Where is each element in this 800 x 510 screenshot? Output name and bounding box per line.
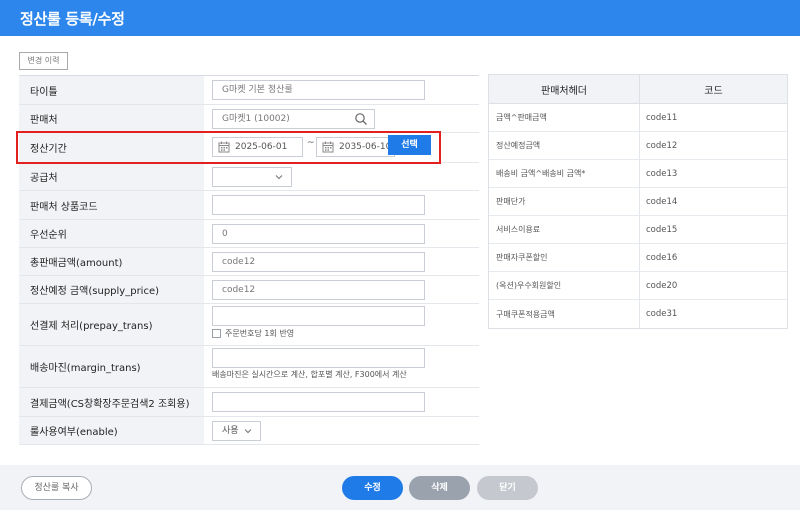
priority-input[interactable]: 0 (212, 224, 425, 244)
table-cell-header: 정산예정금액 (489, 132, 640, 159)
table-cell-code: code12 (646, 140, 678, 151)
table-cell-header: 구매쿠폰적용금액 (489, 300, 640, 328)
period-label: 정산기간 (19, 133, 204, 162)
chevron-down-icon (244, 429, 252, 434)
code-table-header: 판매처헤더 코드 (489, 75, 787, 104)
period-end-input[interactable]: 2035-06-10 (316, 137, 395, 157)
period-select-button[interactable]: 선택 (388, 135, 431, 155)
row-margin: 배송마진(margin_trans) 배송마진은 실시간으로 계산, 합포별 계… (19, 346, 479, 388)
table-cell-code: code14 (646, 196, 678, 207)
table-cell-code: code31 (646, 309, 678, 319)
table-cell-code: code11 (646, 112, 678, 123)
calendar-icon (322, 141, 334, 153)
table-row[interactable]: 정산예정금액 code12 (489, 132, 787, 160)
row-title: 타이틀 G마켓 기본 정산룰 (19, 76, 479, 105)
table-cell-header: 판매단가 (489, 188, 640, 215)
row-supplier: 공급처 (19, 163, 479, 191)
edit-button[interactable]: 수정 (342, 476, 403, 500)
row-product-code: 판매처 상품코드 (19, 191, 479, 220)
supply-price-input[interactable]: code12 (212, 280, 425, 300)
close-button[interactable]: 닫기 (477, 476, 538, 500)
row-supply-price: 정산예정 금액(supply_price) code12 (19, 276, 479, 304)
table-row[interactable]: 금액^판매금액 code11 (489, 104, 787, 132)
table-row[interactable]: 구매쿠폰적용금액 code31 (489, 300, 787, 328)
product-code-label: 판매처 상품코드 (19, 191, 204, 219)
row-period: 정산기간 2025-06-01 ~ 2035-06-10 선택 (19, 133, 479, 163)
supplier-label: 공급처 (19, 163, 204, 190)
margin-hint: 배송마진은 실시간으로 계산, 합포별 계산, F300에서 계산 (212, 370, 407, 379)
table-cell-header: 배송비 금액^배송비 금액* (489, 160, 640, 187)
row-priority: 우선순위 0 (19, 220, 479, 248)
seller-value: G마켓1 (10002) (222, 114, 290, 124)
margin-input[interactable] (212, 348, 425, 368)
calendar-icon (218, 141, 230, 153)
priority-label: 우선순위 (19, 220, 204, 247)
row-payment: 결제금액(CS창확장주문검색2 조회용) (19, 388, 479, 417)
seller-label: 판매처 (19, 105, 204, 132)
table-cell-code: code15 (646, 224, 678, 235)
row-enable: 룰사용여부(enable) 사용 (19, 417, 479, 445)
seller-input[interactable]: G마켓1 (10002) (212, 109, 375, 129)
table-cell-code: code13 (646, 168, 678, 179)
product-code-input[interactable] (212, 195, 425, 215)
footer-bar: 정산룰 복사 수정 삭제 닫기 (0, 465, 800, 510)
table-cell-header: 판매자쿠폰할인 (489, 244, 640, 271)
row-amount: 총판매금액(amount) code12 (19, 248, 479, 276)
table-cell-header: 서비스이용료 (489, 216, 640, 243)
rule-form: 타이틀 G마켓 기본 정산룰 판매처 G마켓1 (10002) 정산기간 202… (19, 75, 479, 445)
copy-rule-button[interactable]: 정산룰 복사 (21, 476, 92, 500)
period-end-value: 2035-06-10 (339, 142, 392, 152)
payment-label: 결제금액(CS창확장주문검색2 조회용) (19, 388, 204, 416)
amount-input[interactable]: code12 (212, 252, 425, 272)
table-row[interactable]: (옥션)우수회원할인 code20 (489, 272, 787, 300)
title-input[interactable]: G마켓 기본 정산룰 (212, 80, 425, 100)
margin-label: 배송마진(margin_trans) (19, 346, 204, 387)
prepay-once-checkbox-row[interactable]: 주문번호당 1회 반영 (212, 328, 294, 339)
prepay-input[interactable] (212, 306, 425, 326)
title-label: 타이틀 (19, 76, 204, 104)
title-bar: 정산룰 등록/수정 (0, 0, 800, 36)
prepay-once-label: 주문번호당 1회 반영 (225, 329, 295, 338)
supply-price-label: 정산예정 금액(supply_price) (19, 276, 204, 303)
window-title: 정산룰 등록/수정 (20, 10, 125, 28)
amount-label: 총판매금액(amount) (19, 248, 204, 275)
period-start-input[interactable]: 2025-06-01 (212, 137, 303, 157)
code-table-col-header: 판매처헤더 (489, 75, 640, 103)
delete-button[interactable]: 삭제 (409, 476, 470, 500)
prepay-label: 선결제 처리(prepay_trans) (19, 304, 204, 345)
chevron-down-icon (275, 175, 283, 180)
table-cell-header: (옥션)우수회원할인 (489, 272, 640, 299)
table-row[interactable]: 판매단가 code14 (489, 188, 787, 216)
row-prepay: 선결제 처리(prepay_trans) 주문번호당 1회 반영 (19, 304, 479, 346)
table-cell-code: code16 (646, 252, 678, 263)
period-separator: ~ (307, 138, 315, 148)
enable-select[interactable]: 사용 (212, 421, 261, 441)
row-seller: 판매처 G마켓1 (10002) (19, 105, 479, 133)
change-history-button[interactable]: 변경 이력 (19, 52, 68, 70)
supplier-select[interactable] (212, 167, 292, 187)
payment-input[interactable] (212, 392, 425, 412)
search-icon[interactable] (354, 112, 368, 126)
code-table: 판매처헤더 코드 금액^판매금액 code11 정산예정금액 code12 배송비 … (488, 74, 788, 329)
enable-label: 룰사용여부(enable) (19, 417, 204, 444)
table-cell-code: code20 (646, 280, 678, 291)
prepay-once-checkbox[interactable] (212, 329, 221, 338)
table-row[interactable]: 판매자쿠폰할인 code16 (489, 244, 787, 272)
table-row[interactable]: 서비스이용료 code15 (489, 216, 787, 244)
enable-value: 사용 (222, 426, 239, 436)
period-start-value: 2025-06-01 (235, 142, 288, 152)
table-row[interactable]: 배송비 금액^배송비 금액* code13 (489, 160, 787, 188)
table-cell-header: 금액^판매금액 (489, 104, 640, 131)
code-table-col-code: 코드 (704, 85, 723, 97)
